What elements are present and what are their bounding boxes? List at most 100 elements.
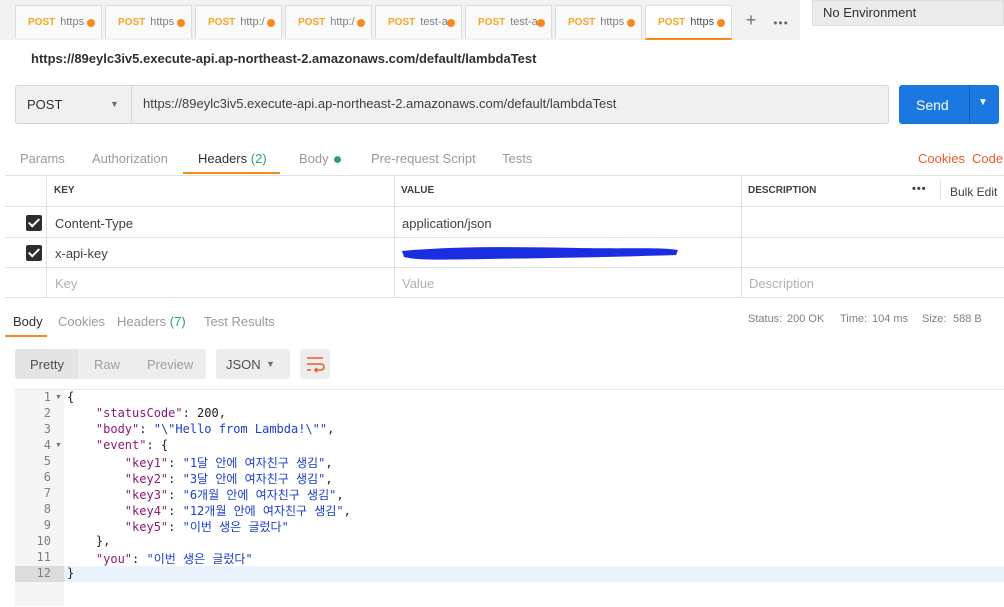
- code-line: "body": "\"Hello from Lambda!\"",: [67, 422, 334, 436]
- code-token: : {: [146, 438, 169, 452]
- code-token: "you": [95, 552, 133, 566]
- tab-url: http:/: [240, 16, 265, 28]
- code-token: "key2": [124, 472, 169, 486]
- response-tab-body[interactable]: Body: [13, 314, 43, 329]
- wrap-lines-button[interactable]: [300, 349, 330, 379]
- fold-arrow-icon[interactable]: ▼: [55, 394, 62, 401]
- code-token: :: [132, 552, 147, 566]
- chevron-down-icon: ▼: [110, 99, 119, 109]
- header-checkbox-x-api-key[interactable]: [26, 245, 42, 261]
- unsaved-dot: [537, 19, 545, 27]
- time-label: Time:: [840, 313, 868, 325]
- tab-method: POST: [28, 16, 56, 28]
- code-token: ,: [327, 422, 335, 436]
- headers-count: (2): [250, 151, 267, 166]
- header-checkbox-content-type[interactable]: [26, 215, 42, 231]
- code-token: {: [67, 390, 75, 404]
- code-line: "key5": "이번 생은 글렀다": [67, 518, 289, 535]
- request-title: https://89eylc3iv5.execute-api.ap-northe…: [31, 51, 537, 66]
- tab-prerequest-script[interactable]: Pre-request Script: [371, 151, 476, 166]
- size-value: 588 B: [953, 313, 982, 325]
- code-line: "event": {: [67, 438, 168, 452]
- new-header-value-input[interactable]: Value: [402, 276, 434, 291]
- request-tab[interactable]: POST https: [15, 5, 102, 38]
- send-options-chevron-icon[interactable]: ▼: [978, 97, 988, 108]
- new-header-description-input[interactable]: Description: [749, 276, 814, 291]
- request-tab[interactable]: POST http:/: [195, 5, 282, 38]
- table-divider: [5, 267, 1004, 268]
- line-number: 9: [43, 518, 51, 532]
- tabs-more-button[interactable]: •••: [768, 16, 794, 30]
- code-token: ,: [325, 456, 333, 470]
- request-tab[interactable]: POST http:/: [285, 5, 372, 38]
- code-line: "statusCode": 200,: [67, 406, 226, 420]
- tab-url: http:/: [330, 16, 355, 28]
- unsaved-dot: [357, 19, 365, 27]
- tab-method: POST: [388, 16, 416, 28]
- new-header-key-input[interactable]: Key: [55, 276, 77, 291]
- fold-arrow-icon[interactable]: ▼: [55, 442, 62, 449]
- request-tab[interactable]: POST https: [645, 5, 732, 40]
- request-tab[interactable]: POST https: [555, 5, 642, 38]
- table-divider: [394, 175, 395, 297]
- code-line: {: [67, 390, 74, 404]
- header-key-content-type[interactable]: Content-Type: [55, 216, 133, 231]
- code-token: }: [67, 566, 75, 580]
- line-number: 5: [43, 454, 51, 468]
- tab-headers[interactable]: Headers (2): [198, 151, 267, 166]
- tab-url: https: [150, 16, 175, 28]
- request-tab[interactable]: POST test-a: [375, 5, 462, 38]
- response-tab-underline: [5, 335, 47, 337]
- header-value-content-type[interactable]: application/json: [402, 216, 492, 231]
- unsaved-dot: [267, 19, 275, 27]
- view-pretty-button[interactable]: Pretty: [30, 357, 64, 372]
- response-tab-headers[interactable]: Headers (7): [117, 314, 186, 329]
- status-label: Status:: [748, 313, 783, 325]
- response-tab-test-results[interactable]: Test Results: [204, 314, 275, 329]
- tab-body[interactable]: Body: [299, 151, 341, 166]
- code-token: "event": [95, 438, 147, 452]
- code-line: "key2": "3달 안에 여자친구 생김",: [67, 470, 333, 487]
- code-token: "1달 안에 여자친구 생김": [182, 456, 326, 470]
- col-header-key: KEY: [54, 185, 75, 196]
- response-tab-headers-label: Headers: [117, 314, 167, 329]
- unsaved-dot: [87, 19, 95, 27]
- line-number: 3: [43, 422, 51, 436]
- url-text: https://89eylc3iv5.execute-api.ap-northe…: [143, 96, 617, 111]
- tab-tests[interactable]: Tests: [502, 151, 532, 166]
- code-token: "key4": [124, 504, 169, 518]
- table-divider: [46, 175, 47, 297]
- code-link[interactable]: Code: [972, 151, 1003, 166]
- tab-method: POST: [298, 16, 326, 28]
- response-tab-cookies[interactable]: Cookies: [58, 314, 105, 329]
- body-indicator-dot: [333, 156, 341, 164]
- unsaved-dot: [627, 19, 635, 27]
- tab-authorization[interactable]: Authorization: [92, 151, 168, 166]
- view-raw-button[interactable]: Raw: [94, 357, 120, 372]
- header-key-x-api-key[interactable]: x-api-key: [55, 246, 108, 261]
- code-token: :: [168, 504, 183, 518]
- request-tab[interactable]: POST test-a: [465, 5, 552, 38]
- code-token: ,: [336, 488, 344, 502]
- table-more-button[interactable]: •••: [912, 183, 927, 195]
- tab-body-label: Body: [299, 151, 329, 166]
- table-divider: [5, 206, 1004, 207]
- size-label: Size:: [922, 313, 947, 325]
- col-header-value: VALUE: [401, 185, 435, 196]
- view-preview-button[interactable]: Preview: [147, 357, 193, 372]
- cookies-link[interactable]: Cookies: [918, 151, 965, 166]
- environment-select[interactable]: No Environment: [812, 0, 1004, 26]
- request-tab[interactable]: POST https: [105, 5, 192, 38]
- line-number: 11: [36, 550, 51, 564]
- unsaved-dot: [447, 19, 455, 27]
- format-label: JSON: [226, 357, 261, 372]
- new-tab-button[interactable]: +: [740, 10, 762, 31]
- tab-method: POST: [658, 16, 686, 28]
- code-token: "key5": [124, 520, 169, 534]
- tab-params[interactable]: Params: [20, 151, 65, 166]
- bulk-edit-link[interactable]: Bulk Edit: [950, 185, 997, 199]
- tab-url: https: [690, 16, 715, 28]
